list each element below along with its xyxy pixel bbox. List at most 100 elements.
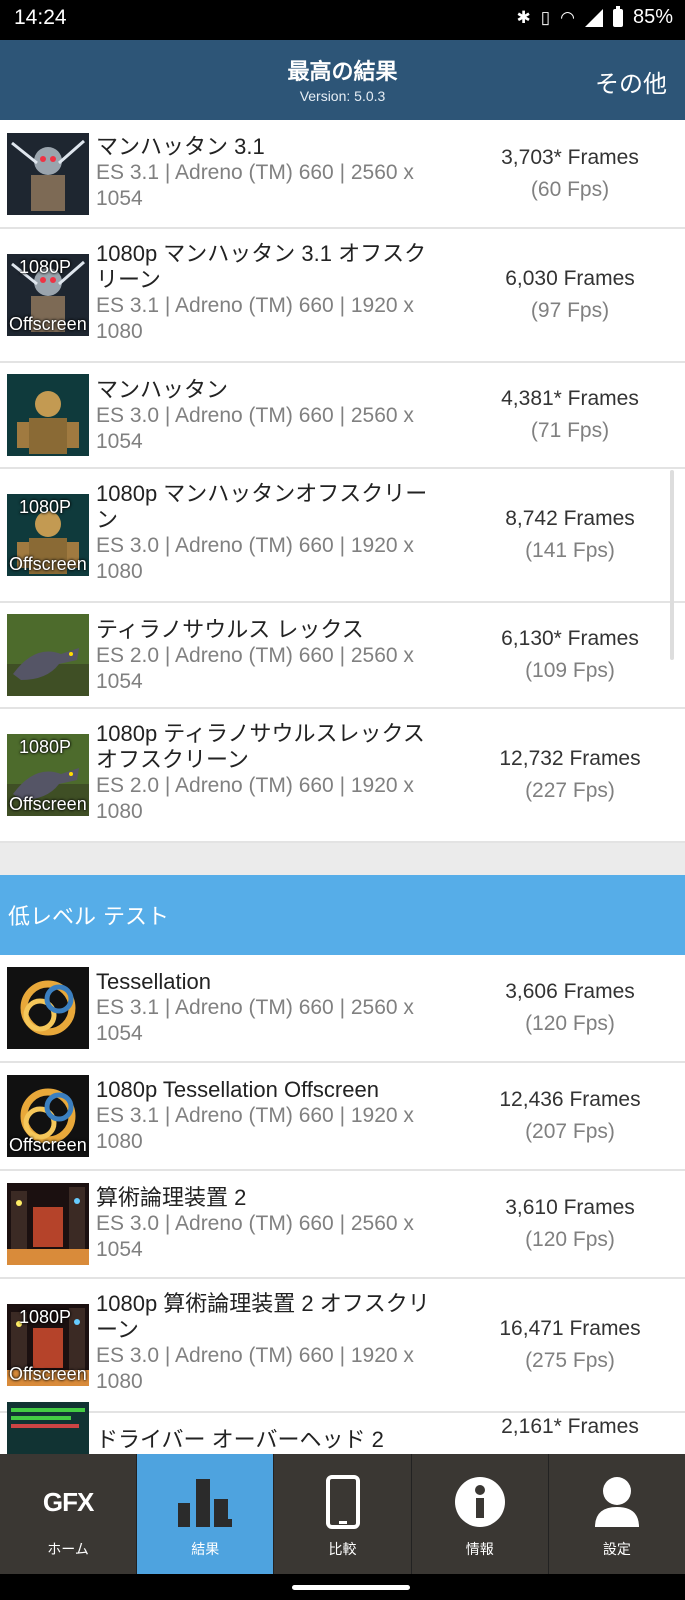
benchmark-thumbnail: 1080P Offscreen bbox=[7, 1304, 89, 1386]
benchmark-spec: ES 2.0 | Adreno (TM) 660 | 1920 x 1080 bbox=[96, 774, 414, 823]
fps-score: (97 Fps) bbox=[530, 299, 610, 322]
benchmark-title: ドライバー オーバーヘッド 2 bbox=[96, 1427, 384, 1452]
benchmark-spec: ES 3.0 | Adreno (TM) 660 | 2560 x 1054 bbox=[96, 404, 414, 453]
resolution-tag: 1080P bbox=[19, 737, 72, 757]
fps-score: (141 Fps) bbox=[525, 539, 615, 562]
battery-icon bbox=[612, 5, 623, 27]
frames-score: 4,381* Frames bbox=[501, 387, 639, 410]
offscreen-tag: Offscreen bbox=[9, 794, 87, 814]
fps-score: (60 Fps) bbox=[530, 178, 610, 201]
benchmark-thumbnail bbox=[7, 1183, 89, 1265]
nav-label: ホーム bbox=[47, 1542, 89, 1558]
frames-score: 2,161* Frames bbox=[501, 1415, 639, 1438]
benchmark-spec: ES 3.1 | Adreno (TM) 660 | 1920 x 1080 bbox=[96, 1104, 414, 1153]
benchmark-result-row[interactable]: 1080P Offscreen 1080p 算術論理装置 2 オフスクリーン ES… bbox=[0, 1279, 685, 1413]
phone-icon bbox=[274, 1474, 410, 1530]
section-header-low-level: 低レベル テスト bbox=[0, 875, 685, 955]
bluetooth-icon: ✱ bbox=[516, 7, 531, 27]
wifi-icon: ◠ bbox=[560, 7, 575, 27]
benchmark-title: 1080p マンハッタン 3.1 オフスクリーン bbox=[96, 241, 427, 292]
frames-score: 6,130* Frames bbox=[501, 627, 639, 650]
nav-tab-results[interactable]: 結果 bbox=[137, 1454, 275, 1574]
benchmark-result-row[interactable]: マンハッタン 3.1 ES 3.1 | Adreno (TM) 660 | 25… bbox=[0, 120, 685, 229]
benchmark-spec: ES 3.1 | Adreno (TM) 660 | 2560 x 1054 bbox=[96, 996, 414, 1045]
fps-score: (275 Fps) bbox=[525, 1349, 615, 1372]
benchmark-result-row[interactable]: Offscreen 1080p Tessellation Offscreen E… bbox=[0, 1063, 685, 1171]
fps-score: (120 Fps) bbox=[525, 1012, 615, 1035]
benchmark-title: 1080p 算術論理装置 2 オフスクリーン bbox=[96, 1291, 430, 1342]
signal-icon bbox=[584, 8, 603, 27]
benchmark-spec: ES 3.0 | Adreno (TM) 660 | 2560 x 1054 bbox=[96, 1212, 414, 1261]
nav-label: 情報 bbox=[465, 1542, 494, 1558]
benchmark-result-row[interactable]: マンハッタン ES 3.0 | Adreno (TM) 660 | 2560 x… bbox=[0, 363, 685, 469]
resolution-tag: 1080P bbox=[19, 1307, 72, 1327]
benchmark-spec: ES 3.0 | Adreno (TM) 660 | 1920 x 1080 bbox=[96, 1344, 414, 1393]
results-list: マンハッタン 3.1 ES 3.1 | Adreno (TM) 660 | 25… bbox=[0, 120, 685, 843]
benchmark-result-row[interactable]: 1080P Offscreen 1080p マンハッタン 3.1 オフスクリーン … bbox=[0, 229, 685, 363]
status-bar: 14:24 ✱ ▯ ◠ 85% bbox=[0, 0, 685, 40]
user-icon bbox=[549, 1474, 685, 1530]
benchmark-title: 算術論理装置 2 bbox=[96, 1185, 247, 1210]
benchmark-thumbnail bbox=[7, 374, 89, 456]
benchmark-result-row[interactable]: Tessellation ES 3.1 | Adreno (TM) 660 | … bbox=[0, 955, 685, 1063]
nav-label: 比較 bbox=[328, 1542, 357, 1558]
benchmark-thumbnail bbox=[7, 133, 89, 215]
offscreen-tag: Offscreen bbox=[9, 314, 87, 334]
benchmark-result-row[interactable]: 1080P Offscreen 1080p ティラノサウルスレックスオフスクリーン… bbox=[0, 709, 685, 843]
status-icons: ✱ ▯ ◠ 85% bbox=[516, 5, 673, 29]
nav-tab-home[interactable]: GFX ホーム bbox=[0, 1454, 138, 1574]
benchmark-title: Tessellation bbox=[96, 969, 211, 994]
bar-chart-icon bbox=[137, 1474, 273, 1530]
benchmark-title: マンハッタン bbox=[96, 377, 229, 402]
benchmark-thumbnail: 1080P Offscreen bbox=[7, 494, 89, 576]
benchmark-thumbnail bbox=[7, 967, 89, 1049]
benchmark-thumbnail bbox=[7, 614, 89, 696]
section-title: 低レベル テスト bbox=[8, 905, 169, 930]
fps-score: (207 Fps) bbox=[525, 1120, 615, 1143]
benchmark-title: マンハッタン 3.1 bbox=[96, 134, 265, 159]
nav-tab-info[interactable]: 情報 bbox=[412, 1454, 549, 1574]
scrollbar[interactable] bbox=[670, 470, 674, 660]
benchmark-thumbnail: 1080P Offscreen bbox=[7, 254, 89, 336]
fps-score: (71 Fps) bbox=[530, 419, 610, 442]
frames-score: 3,703* Frames bbox=[501, 146, 639, 169]
fps-score: (227 Fps) bbox=[525, 779, 615, 802]
version-label: Version: 5.0.3 bbox=[299, 88, 386, 104]
benchmark-title: 1080p ティラノサウルスレックスオフスクリーン bbox=[96, 721, 425, 772]
benchmark-spec: ES 2.0 | Adreno (TM) 660 | 2560 x 1054 bbox=[96, 644, 414, 693]
frames-score: 3,606 Frames bbox=[505, 980, 635, 1003]
benchmark-title: ティラノサウルス レックス bbox=[96, 617, 364, 642]
fps-score: (109 Fps) bbox=[525, 659, 615, 682]
benchmark-result-row[interactable]: 1080P Offscreen 1080p マンハッタンオフスクリーン ES 3.… bbox=[0, 469, 685, 603]
benchmark-thumbnail: Offscreen bbox=[7, 1075, 89, 1157]
benchmark-spec: ES 3.1 | Adreno (TM) 660 | 1920 x 1080 bbox=[96, 294, 414, 343]
resolution-tag: 1080P bbox=[19, 497, 72, 517]
benchmark-title: 1080p Tessellation Offscreen bbox=[96, 1077, 379, 1102]
info-icon bbox=[412, 1474, 548, 1530]
page-title: 最高の結果 bbox=[287, 60, 398, 85]
benchmark-spec: ES 3.0 | Adreno (TM) 660 | 1920 x 1080 bbox=[96, 534, 414, 583]
benchmark-result-row[interactable]: 算術論理装置 2 ES 3.0 | Adreno (TM) 660 | 2560… bbox=[0, 1171, 685, 1279]
nav-tab-compare[interactable]: 比較 bbox=[274, 1454, 412, 1574]
more-menu-button[interactable]: その他 bbox=[595, 64, 667, 99]
frames-score: 3,610 Frames bbox=[505, 1196, 635, 1219]
frames-score: 12,436 Frames bbox=[499, 1088, 641, 1111]
benchmark-spec: ES 3.1 | Adreno (TM) 660 | 2560 x 1054 bbox=[96, 161, 414, 210]
benchmark-result-row[interactable]: ティラノサウルス レックス ES 2.0 | Adreno (TM) 660 |… bbox=[0, 603, 685, 709]
offscreen-tag: Offscreen bbox=[9, 1135, 87, 1155]
benchmark-thumbnail: 1080P Offscreen bbox=[7, 734, 89, 816]
nav-tab-settings[interactable]: 設定 bbox=[549, 1454, 685, 1574]
offscreen-tag: Offscreen bbox=[9, 554, 87, 574]
battery-level: 85% bbox=[632, 6, 673, 28]
bottom-navigation: GFX ホーム 結果 比較 情報 設定 bbox=[0, 1454, 685, 1574]
gfx-logo-icon: GFX bbox=[42, 1486, 94, 1517]
home-gesture-handle[interactable] bbox=[292, 1585, 410, 1590]
nav-label: 設定 bbox=[602, 1542, 631, 1558]
nav-label: 結果 bbox=[191, 1542, 220, 1558]
low-level-results-list: Tessellation ES 3.1 | Adreno (TM) 660 | … bbox=[0, 955, 685, 1484]
offscreen-tag: Offscreen bbox=[9, 1364, 87, 1384]
benchmark-title: 1080p マンハッタンオフスクリーン bbox=[96, 481, 428, 532]
frames-score: 8,742 Frames bbox=[505, 507, 635, 530]
frames-score: 16,471 Frames bbox=[499, 1317, 641, 1340]
frames-score: 12,732 Frames bbox=[499, 747, 641, 770]
